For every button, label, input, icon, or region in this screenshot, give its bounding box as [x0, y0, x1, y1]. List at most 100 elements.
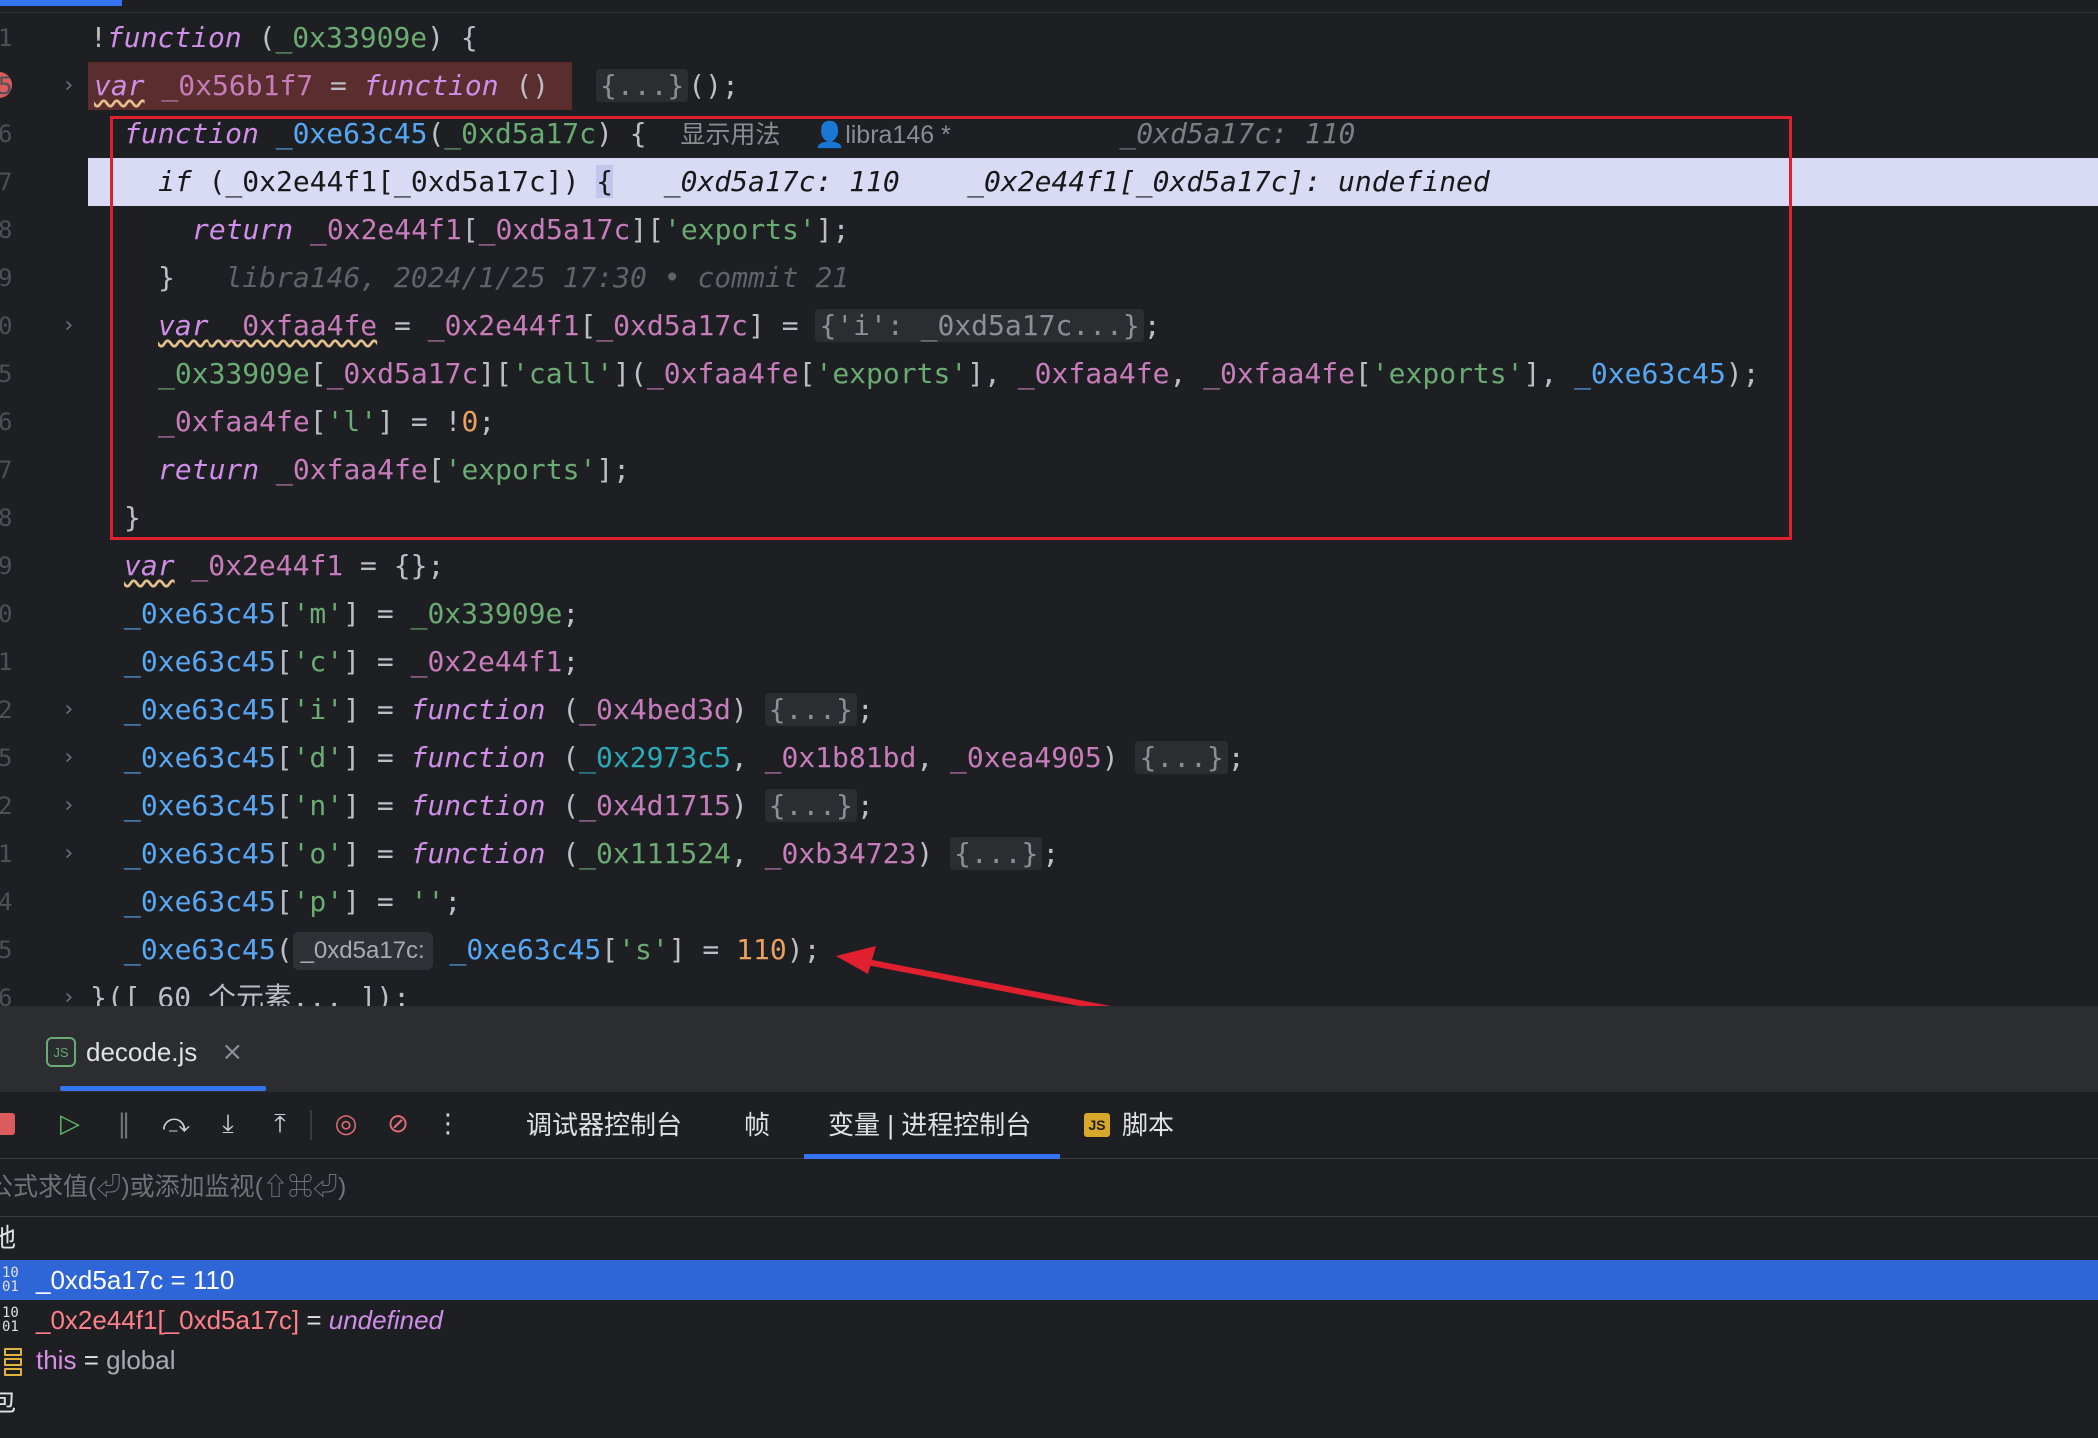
code-token: (	[241, 21, 276, 54]
parameter: _0x111524	[579, 837, 731, 870]
code-token: ()	[498, 69, 567, 102]
js-file-icon: JS	[46, 1037, 76, 1067]
more-icon[interactable]: ⋮	[432, 1108, 464, 1140]
close-icon[interactable]: ×	[221, 1037, 243, 1067]
code-token: ;	[856, 693, 874, 726]
folded-region[interactable]: {...}	[596, 69, 689, 102]
tab-variables[interactable]: 变量 | 进程控制台	[828, 1092, 1031, 1158]
code-token: ,	[916, 741, 951, 774]
tab-debugger-console[interactable]: 调试器控制台	[526, 1092, 682, 1158]
variable-value: undefined	[328, 1305, 443, 1335]
line-number: 1	[0, 24, 13, 52]
code-token: (	[275, 933, 293, 966]
line-number: 2	[0, 696, 13, 724]
code-token: [	[275, 837, 293, 870]
debug-toolbar: ▷ ‖ ⤼ ⤓ ⤒ ◎ ⊘ ⋮ 调试器控制台 帧 变量 | 进程控制台 JS 脚…	[0, 1092, 2098, 1159]
resume-icon[interactable]: ▷	[54, 1108, 86, 1140]
string: 'p'	[292, 885, 344, 918]
line-number: 2	[0, 792, 13, 820]
pause-icon[interactable]: ‖	[108, 1108, 140, 1140]
variable: _0x2e44f1	[410, 645, 563, 678]
folded-region[interactable]: {...}	[950, 837, 1043, 870]
view-breakpoints-icon[interactable]: ◎	[330, 1108, 362, 1140]
folded-region[interactable]: {...}	[1135, 741, 1228, 774]
stop-icon[interactable]	[0, 1108, 20, 1140]
line-number: 7	[0, 168, 13, 196]
variable-value: 110	[192, 1265, 235, 1295]
code-token: );	[786, 933, 821, 966]
fold-chevron-icon[interactable]: ›	[62, 62, 82, 110]
code-line: 0 _0xe63c45['m'] = _0x33909e;	[0, 590, 2098, 638]
fold-chevron-icon[interactable]: ›	[62, 686, 82, 734]
object-stack-icon	[4, 1348, 22, 1376]
folded-region[interactable]: {...}	[764, 693, 857, 726]
code-token: [	[275, 885, 293, 918]
line-number: 0	[0, 312, 13, 340]
code-content: var _0x56b1f7 = function ()	[88, 62, 573, 110]
tab-frames[interactable]: 帧	[744, 1092, 770, 1158]
variable-row[interactable]: 10 01 _0xd5a17c = 110	[0, 1260, 2098, 1300]
variable-row[interactable]: this = global	[0, 1340, 2098, 1380]
code-token: ,	[730, 741, 765, 774]
code-token: [	[275, 693, 293, 726]
parameter: _0x4bed3d	[579, 693, 731, 726]
tab-scripts[interactable]: JS 脚本	[1084, 1092, 1174, 1158]
code-content: _0xe63c45(_0xd5a17c: _0xe63c45['s'] = 11…	[124, 926, 820, 974]
variable-name: _0xd5a17c	[36, 1265, 164, 1295]
evaluate-expression-input[interactable]	[0, 1166, 1790, 1208]
scope-local-label[interactable]: 地	[0, 1218, 16, 1258]
parameter: _0x33909e	[275, 21, 428, 54]
variable-equals: =	[163, 1265, 193, 1295]
code-token: = {};	[343, 549, 445, 582]
variable-name: this	[36, 1345, 77, 1375]
fold-chevron-icon[interactable]: ›	[62, 302, 82, 350]
code-line: 1 › _0xe63c45['o'] = function (_0x111524…	[0, 830, 2098, 878]
code-token: [	[275, 789, 293, 822]
code-token: ] =	[343, 645, 411, 678]
fold-chevron-icon[interactable]: ›	[62, 830, 82, 878]
fold-chevron-icon[interactable]: ›	[62, 974, 82, 1006]
code-token: (	[545, 837, 580, 870]
keyword: var	[94, 69, 145, 102]
code-token: ;	[856, 789, 874, 822]
variable-entry: this = global	[36, 1340, 176, 1380]
code-content: _0xe63c45['d'] = function (_0x2973c5, _0…	[124, 734, 1245, 782]
code-line: 5 › _0xe63c45['d'] = function (_0x2973c5…	[0, 734, 2098, 782]
code-editor[interactable]: 1 !function (_0x33909e) { 5 › var _0x56b…	[0, 0, 2098, 1006]
function-name: _0xe63c45	[124, 693, 276, 726]
step-into-icon[interactable]: ⤓	[212, 1108, 244, 1140]
keyword: function	[410, 693, 546, 726]
function-name: _0xe63c45	[124, 933, 276, 966]
annotation-red-box	[110, 116, 1792, 540]
file-tab-decode-js[interactable]: JS decode.js ×	[46, 1028, 243, 1076]
code-content: _0xe63c45['p'] = '';	[124, 878, 461, 926]
string: 's'	[618, 933, 669, 966]
step-out-icon[interactable]: ⤒	[264, 1108, 296, 1140]
variable-row[interactable]: 10 01 _0x2e44f1[_0xd5a17c] = undefined	[0, 1300, 2098, 1340]
fold-chevron-icon[interactable]: ›	[62, 782, 82, 830]
code-content: !function (_0x33909e) {	[90, 14, 478, 62]
function-name: _0xe63c45	[124, 597, 276, 630]
scope-closure-label[interactable]: 包	[0, 1382, 16, 1422]
line-number: 6	[0, 408, 13, 436]
file-tab-label: decode.js	[86, 1036, 198, 1067]
line-number: 5	[0, 936, 13, 964]
line-number: 8	[0, 216, 13, 244]
code-token: ] =	[343, 837, 411, 870]
code-token: ) {	[427, 21, 478, 54]
keyword: function	[410, 741, 546, 774]
string: 'o'	[292, 837, 344, 870]
mute-breakpoints-icon[interactable]: ⊘	[382, 1108, 414, 1140]
keyword: function	[363, 69, 499, 102]
step-over-icon[interactable]: ⤼	[160, 1108, 192, 1140]
code-token: ] =	[343, 789, 411, 822]
code-content: _0xe63c45['n'] = function (_0x4d1715) {.…	[124, 782, 874, 830]
function-name: _0xe63c45	[124, 645, 276, 678]
code-token: ;	[562, 597, 580, 630]
folded-region[interactable]: {...}	[764, 789, 857, 822]
fold-chevron-icon[interactable]: ›	[62, 734, 82, 782]
code-token: (	[545, 693, 580, 726]
keyword: function	[410, 789, 546, 822]
code-content: _0xe63c45['c'] = _0x2e44f1;	[124, 638, 579, 686]
function-name: _0xe63c45	[124, 741, 276, 774]
